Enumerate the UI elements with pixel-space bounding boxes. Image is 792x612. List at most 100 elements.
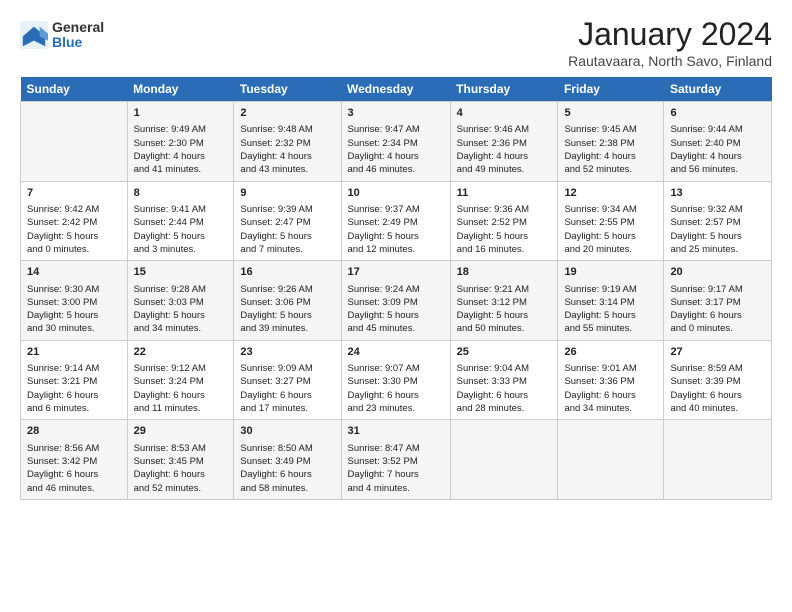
day-detail: and 45 minutes.: [348, 322, 444, 335]
day-detail: Sunset: 2:44 PM: [134, 216, 228, 229]
day-number: 18: [457, 265, 552, 280]
day-number: 10: [348, 186, 444, 201]
day-detail: and 6 minutes.: [27, 402, 121, 415]
logo-text: General Blue: [52, 20, 104, 51]
day-number: 4: [457, 106, 552, 121]
day-detail: Sunset: 3:12 PM: [457, 296, 552, 309]
day-detail: Sunset: 3:39 PM: [670, 375, 765, 388]
header-day: Wednesday: [341, 77, 450, 102]
day-detail: Sunset: 3:24 PM: [134, 375, 228, 388]
day-number: 7: [27, 186, 121, 201]
day-detail: Sunset: 3:27 PM: [240, 375, 334, 388]
day-number: 23: [240, 345, 334, 360]
calendar-cell: 8Sunrise: 9:41 AMSunset: 2:44 PMDaylight…: [127, 181, 234, 261]
header-day: Monday: [127, 77, 234, 102]
calendar-table: SundayMondayTuesdayWednesdayThursdayFrid…: [20, 77, 772, 500]
day-detail: and 56 minutes.: [670, 163, 765, 176]
day-number: 26: [564, 345, 657, 360]
day-detail: Sunset: 3:30 PM: [348, 375, 444, 388]
day-detail: Sunset: 3:03 PM: [134, 296, 228, 309]
day-detail: and 0 minutes.: [27, 243, 121, 256]
day-detail: Sunrise: 8:56 AM: [27, 442, 121, 455]
day-detail: Sunset: 2:34 PM: [348, 137, 444, 150]
header-day: Saturday: [664, 77, 772, 102]
day-detail: Daylight: 4 hours: [348, 150, 444, 163]
calendar-cell: 2Sunrise: 9:48 AMSunset: 2:32 PMDaylight…: [234, 102, 341, 182]
calendar-cell: [450, 420, 558, 500]
day-detail: and 3 minutes.: [134, 243, 228, 256]
logo-blue: Blue: [52, 34, 82, 50]
day-detail: Daylight: 5 hours: [134, 309, 228, 322]
day-detail: Daylight: 6 hours: [564, 389, 657, 402]
calendar-cell: 23Sunrise: 9:09 AMSunset: 3:27 PMDayligh…: [234, 340, 341, 420]
calendar-week-row: 21Sunrise: 9:14 AMSunset: 3:21 PMDayligh…: [21, 340, 772, 420]
day-number: 25: [457, 345, 552, 360]
day-detail: Sunrise: 9:12 AM: [134, 362, 228, 375]
calendar-cell: [558, 420, 664, 500]
day-detail: Sunrise: 9:19 AM: [564, 283, 657, 296]
day-detail: Sunset: 2:57 PM: [670, 216, 765, 229]
day-detail: Sunset: 3:00 PM: [27, 296, 121, 309]
calendar-cell: 15Sunrise: 9:28 AMSunset: 3:03 PMDayligh…: [127, 261, 234, 341]
day-number: 11: [457, 186, 552, 201]
day-detail: Sunset: 3:09 PM: [348, 296, 444, 309]
day-detail: Sunrise: 9:44 AM: [670, 123, 765, 136]
day-detail: Sunrise: 9:45 AM: [564, 123, 657, 136]
logo-general: General: [52, 19, 104, 35]
day-detail: Sunrise: 9:49 AM: [134, 123, 228, 136]
day-detail: Sunset: 3:36 PM: [564, 375, 657, 388]
day-detail: and 28 minutes.: [457, 402, 552, 415]
day-number: 14: [27, 265, 121, 280]
calendar-cell: 6 Sunrise: 9:44 AMSunset: 2:40 PMDaylight…: [664, 102, 772, 182]
day-detail: Daylight: 5 hours: [670, 230, 765, 243]
day-detail: and 12 minutes.: [348, 243, 444, 256]
header-day: Thursday: [450, 77, 558, 102]
day-detail: and 16 minutes.: [457, 243, 552, 256]
calendar-cell: [21, 102, 128, 182]
calendar-cell: 30Sunrise: 8:50 AMSunset: 3:49 PMDayligh…: [234, 420, 341, 500]
day-detail: and 25 minutes.: [670, 243, 765, 256]
day-number: 16: [240, 265, 334, 280]
day-detail: Daylight: 4 hours: [670, 150, 765, 163]
day-detail: and 46 minutes.: [348, 163, 444, 176]
day-detail: Sunrise: 9:17 AM: [670, 283, 765, 296]
page: General Blue January 2024 Rautavaara, No…: [0, 0, 792, 612]
day-detail: Sunrise: 9:41 AM: [134, 203, 228, 216]
day-detail: Sunrise: 8:47 AM: [348, 442, 444, 455]
day-detail: Daylight: 6 hours: [670, 389, 765, 402]
day-detail: Sunset: 2:52 PM: [457, 216, 552, 229]
day-detail: Daylight: 6 hours: [670, 309, 765, 322]
calendar-cell: [664, 420, 772, 500]
calendar-cell: 17Sunrise: 9:24 AMSunset: 3:09 PMDayligh…: [341, 261, 450, 341]
calendar-cell: 9Sunrise: 9:39 AMSunset: 2:47 PMDaylight…: [234, 181, 341, 261]
day-detail: and 20 minutes.: [564, 243, 657, 256]
day-detail: and 23 minutes.: [348, 402, 444, 415]
day-detail: and 58 minutes.: [240, 482, 334, 495]
day-detail: Sunset: 3:14 PM: [564, 296, 657, 309]
calendar-cell: 24Sunrise: 9:07 AMSunset: 3:30 PMDayligh…: [341, 340, 450, 420]
day-detail: Sunrise: 9:36 AM: [457, 203, 552, 216]
day-number: 1: [134, 106, 228, 121]
calendar-week-row: 7Sunrise: 9:42 AMSunset: 2:42 PMDaylight…: [21, 181, 772, 261]
day-number: 6: [670, 106, 765, 121]
day-detail: Sunset: 2:40 PM: [670, 137, 765, 150]
calendar-cell: 16Sunrise: 9:26 AMSunset: 3:06 PMDayligh…: [234, 261, 341, 341]
calendar-week-row: 28Sunrise: 8:56 AMSunset: 3:42 PMDayligh…: [21, 420, 772, 500]
day-detail: Sunrise: 9:42 AM: [27, 203, 121, 216]
calendar-body: 1Sunrise: 9:49 AMSunset: 2:30 PMDaylight…: [21, 102, 772, 500]
day-detail: Daylight: 6 hours: [134, 389, 228, 402]
calendar-cell: 27Sunrise: 8:59 AMSunset: 3:39 PMDayligh…: [664, 340, 772, 420]
day-detail: Sunrise: 9:47 AM: [348, 123, 444, 136]
day-number: 30: [240, 424, 334, 439]
day-detail: Daylight: 6 hours: [134, 468, 228, 481]
calendar-cell: 25Sunrise: 9:04 AMSunset: 3:33 PMDayligh…: [450, 340, 558, 420]
calendar-cell: 26Sunrise: 9:01 AMSunset: 3:36 PMDayligh…: [558, 340, 664, 420]
calendar-cell: 3Sunrise: 9:47 AMSunset: 2:34 PMDaylight…: [341, 102, 450, 182]
day-detail: Sunrise: 9:24 AM: [348, 283, 444, 296]
day-number: 13: [670, 186, 765, 201]
day-detail: Daylight: 6 hours: [240, 468, 334, 481]
day-number: 9: [240, 186, 334, 201]
day-detail: Daylight: 5 hours: [564, 230, 657, 243]
day-detail: and 40 minutes.: [670, 402, 765, 415]
day-detail: and 30 minutes.: [27, 322, 121, 335]
